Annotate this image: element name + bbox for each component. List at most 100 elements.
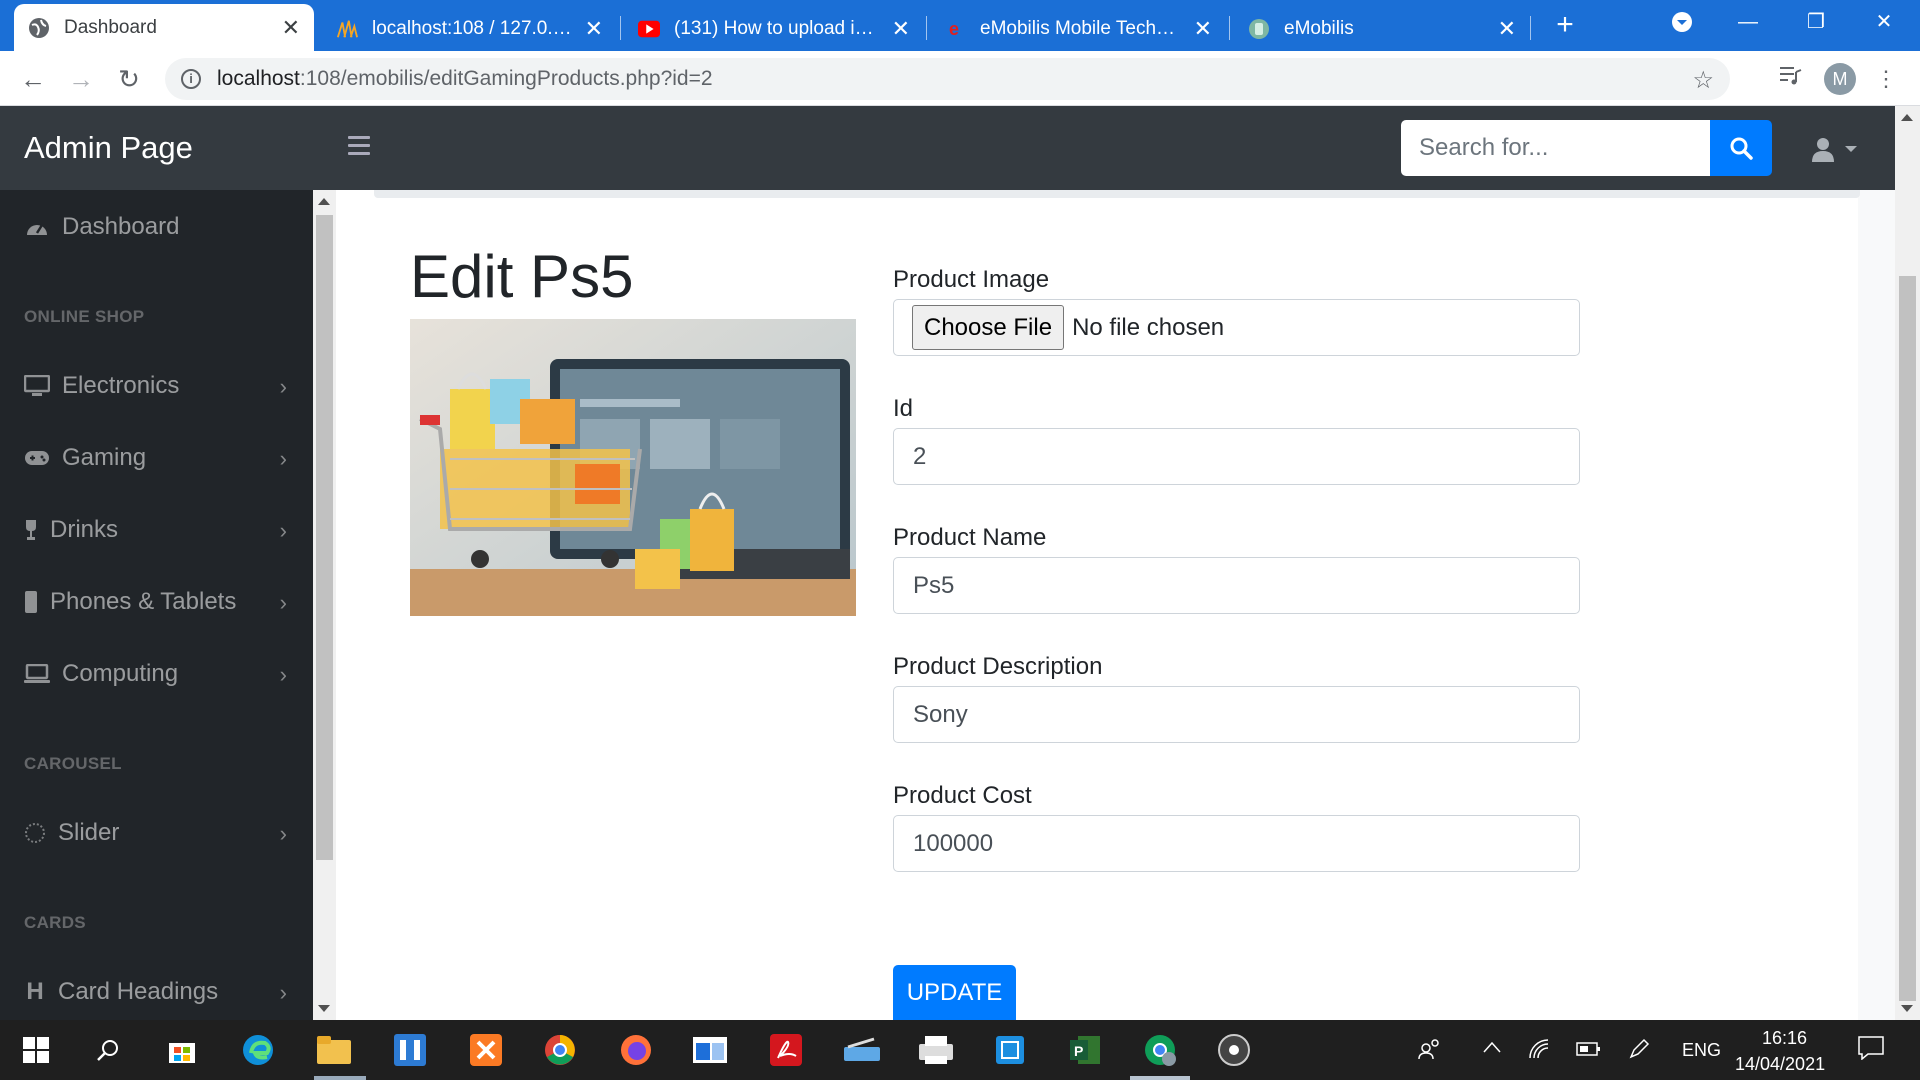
clock-time[interactable]: 16:16 (1762, 1028, 1807, 1049)
back-button[interactable]: ← (16, 62, 50, 96)
chrome-icon[interactable] (540, 1030, 580, 1070)
sidebar-item-gaming[interactable]: Gaming › (0, 433, 313, 483)
tab-youtube[interactable]: (131) How to upload imag ✕ (624, 6, 924, 51)
new-tab-button[interactable]: + (1548, 8, 1582, 42)
scroll-up-arrow[interactable] (318, 198, 330, 205)
close-window-button[interactable]: ✕ (1854, 0, 1914, 44)
search-icon[interactable] (88, 1030, 128, 1070)
scrollbar-thumb[interactable] (1899, 276, 1916, 1001)
close-tab-icon[interactable]: ✕ (892, 16, 910, 42)
sidebar-item-computing[interactable]: Computing › (0, 649, 313, 699)
project-icon[interactable]: P (1066, 1030, 1106, 1070)
product-name-label: Product Name (893, 524, 1047, 551)
monitor-icon (24, 375, 50, 397)
close-tab-icon[interactable]: ✕ (1498, 16, 1516, 42)
search-button[interactable] (1710, 120, 1772, 176)
battery-icon[interactable] (1576, 1038, 1602, 1063)
browser-toolbar: ← → ↻ i localhost :108/emobilis/editGami… (0, 51, 1920, 106)
printer-icon[interactable] (916, 1030, 956, 1070)
scroll-up-arrow[interactable] (1901, 114, 1913, 121)
forward-button[interactable]: → (64, 62, 98, 96)
id-field[interactable]: 2 (893, 428, 1580, 485)
user-dropdown[interactable] (1810, 134, 1862, 164)
heading-icon: H (26, 978, 44, 1005)
close-tab-icon[interactable]: ✕ (282, 15, 300, 41)
id-label: Id (893, 395, 914, 422)
codeblocks-icon[interactable] (390, 1030, 430, 1070)
notification-icon[interactable] (1858, 1036, 1884, 1065)
people-icon[interactable] (1418, 1038, 1442, 1065)
tab-separator (1530, 16, 1531, 40)
pen-icon[interactable] (1628, 1038, 1650, 1065)
profile-avatar[interactable]: M (1824, 63, 1856, 95)
tab-emobilis[interactable]: eMobilis ✕ (1234, 6, 1530, 51)
sidebar-item-label: Gaming (62, 444, 147, 471)
emobilis-logo-icon: e (944, 18, 966, 40)
sidebar-heading-carousel: CAROUSEL (24, 754, 122, 773)
network-app-icon[interactable] (990, 1030, 1030, 1070)
hamburger-menu-icon[interactable] (348, 136, 370, 158)
chevron-right-icon: › (279, 374, 287, 399)
clock-date[interactable]: 14/04/2021 (1735, 1054, 1825, 1075)
sidebar-item-label: Phones & Tablets (50, 588, 237, 615)
acrobat-icon[interactable] (766, 1030, 806, 1070)
tab-title: eMobilis Mobile Technolo (980, 17, 1184, 39)
file-explorer-icon[interactable] (314, 1030, 354, 1070)
tab-emobilis-tech[interactable]: e eMobilis Mobile Technolo ✕ (930, 6, 1226, 51)
sidebar-item-card-headings[interactable]: H Card Headings › (0, 967, 313, 1017)
sidebar-item-phones-tablets[interactable]: Phones & Tablets › (0, 577, 313, 627)
wifi-icon[interactable] (1528, 1038, 1550, 1065)
window-app-icon[interactable] (690, 1030, 730, 1070)
language-indicator[interactable]: ENG (1682, 1040, 1721, 1061)
tab-dashboard[interactable]: Dashboard ✕ (14, 4, 314, 51)
scrollbar-thumb[interactable] (316, 215, 333, 860)
chrome-profile-icon[interactable] (1140, 1030, 1180, 1070)
bookmark-star-icon[interactable]: ☆ (1692, 66, 1714, 95)
tab-title: Dashboard (64, 16, 157, 38)
edge-icon[interactable] (238, 1030, 278, 1070)
search-input[interactable]: Search for... (1401, 120, 1710, 176)
restore-button[interactable]: ❐ (1786, 0, 1846, 44)
product-image-file-input[interactable]: Choose File No file chosen (893, 299, 1580, 356)
xampp-icon[interactable] (466, 1030, 506, 1070)
site-info-icon[interactable]: i (181, 69, 201, 89)
product-name-field[interactable]: Ps5 (893, 557, 1580, 614)
sidebar-item-drinks[interactable]: Drinks › (0, 505, 313, 555)
store-icon[interactable] (162, 1030, 202, 1070)
user-icon (1812, 138, 1834, 162)
sidebar-item-dashboard[interactable]: Dashboard (0, 202, 313, 252)
reload-button[interactable]: ↻ (112, 62, 146, 96)
windows-start-icon[interactable] (16, 1030, 56, 1070)
chevron-right-icon: › (279, 446, 287, 471)
tab-search-button[interactable] (1652, 0, 1712, 44)
minimize-button[interactable]: — (1718, 0, 1778, 44)
page-scrollbar[interactable] (1895, 106, 1920, 1020)
page-title: Edit Ps5 (410, 243, 634, 310)
choose-file-button[interactable]: Choose File (912, 305, 1065, 350)
scanner-icon[interactable] (842, 1030, 882, 1070)
edit-product-card: Edit Ps5 Product Image Choose File No fi… (336, 190, 1860, 1020)
chevron-up-icon[interactable] (1482, 1038, 1502, 1059)
sidebar-item-slider[interactable]: Slider › (0, 808, 313, 858)
gamepad-icon (24, 447, 50, 469)
close-tab-icon[interactable]: ✕ (585, 16, 603, 42)
more-menu-icon[interactable]: ⋮ (1870, 63, 1902, 95)
scroll-down-arrow[interactable] (1901, 1005, 1913, 1012)
product-cost-label: Product Cost (893, 782, 1032, 809)
firefox-icon[interactable] (616, 1030, 656, 1070)
sidebar: Dashboard ONLINE SHOP Electronics › Gami… (0, 190, 313, 1020)
sidebar-item-label: Card Headings (58, 978, 219, 1005)
sidebar-scrollbar[interactable] (313, 190, 336, 1020)
product-cost-field[interactable]: 100000 (893, 815, 1580, 872)
brand-title[interactable]: Admin Page (24, 106, 193, 190)
tab-phpmyadmin[interactable]: localhost:108 / 127.0.0.1 / ✕ (322, 6, 617, 51)
sidebar-item-label: Computing (62, 660, 179, 687)
media-control-icon[interactable] (1774, 63, 1806, 95)
update-button[interactable]: UPDATE (893, 965, 1016, 1020)
address-bar[interactable]: i localhost :108/emobilis/editGamingProd… (165, 58, 1730, 100)
product-description-field[interactable]: Sony (893, 686, 1580, 743)
obs-icon[interactable] (1214, 1030, 1254, 1070)
scroll-down-arrow[interactable] (318, 1005, 330, 1012)
close-tab-icon[interactable]: ✕ (1194, 16, 1212, 42)
sidebar-item-electronics[interactable]: Electronics › (0, 361, 313, 411)
